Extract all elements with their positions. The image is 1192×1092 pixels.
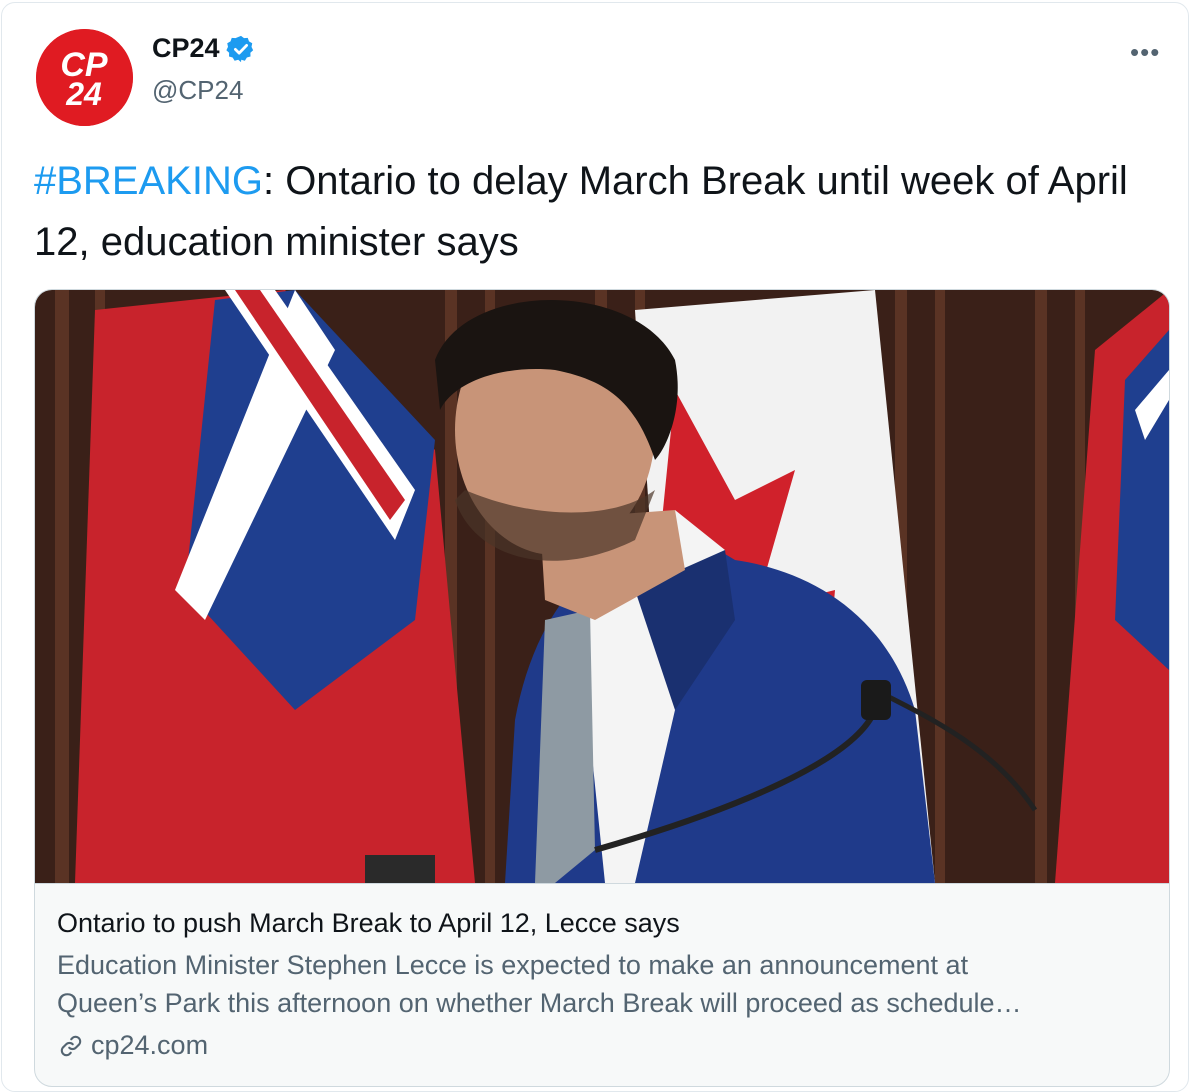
tweet-card: CP 24 CP24 @CP24 ••• #BREAKING: Ontario … bbox=[1, 2, 1189, 1092]
card-description: Education Minister Stephen Lecce is expe… bbox=[57, 946, 1151, 1022]
link-icon bbox=[60, 1035, 82, 1056]
card-image[interactable] bbox=[35, 290, 1169, 884]
verified-badge-icon bbox=[225, 35, 253, 62]
account-handle[interactable]: @CP24 bbox=[152, 75, 243, 106]
card-description-line-2: Queen’s Park this afternoon on whether M… bbox=[57, 988, 1022, 1018]
avatar[interactable]: CP 24 bbox=[36, 29, 133, 126]
card-domain-text[interactable]: cp24.com bbox=[91, 1030, 208, 1061]
svg-text:24: 24 bbox=[65, 76, 102, 112]
link-preview-card[interactable]: Ontario to push March Break to April 12,… bbox=[34, 289, 1170, 1087]
cp24-logo: CP 24 bbox=[36, 29, 133, 126]
tweet-text: #BREAKING: Ontario to delay March Break … bbox=[34, 151, 1154, 273]
account-name[interactable]: CP24 bbox=[152, 33, 220, 64]
card-description-line-1: Education Minister Stephen Lecce is expe… bbox=[57, 950, 969, 980]
more-options-icon[interactable]: ••• bbox=[1130, 37, 1160, 68]
account-name-row[interactable]: CP24 bbox=[152, 33, 256, 64]
card-title[interactable]: Ontario to push March Break to April 12,… bbox=[57, 908, 680, 939]
card-domain[interactable]: cp24.com bbox=[57, 1030, 208, 1061]
card-photo bbox=[35, 290, 1169, 883]
hashtag-link[interactable]: #BREAKING bbox=[34, 159, 263, 203]
